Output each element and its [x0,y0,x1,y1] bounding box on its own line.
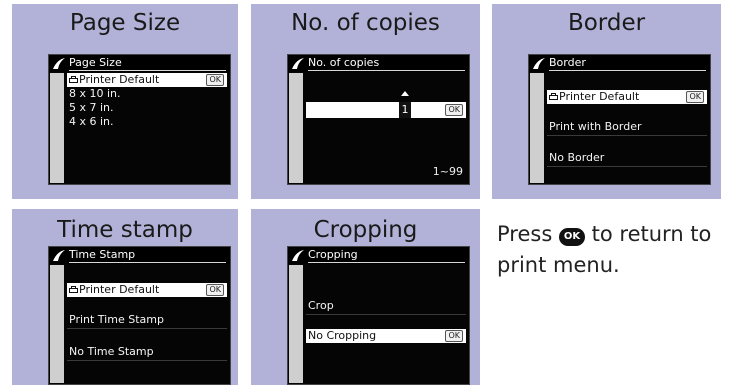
panel-caption: Time stamp [57,217,193,243]
camera-screen: Time Stamp Printer Default OK Print Time… [48,246,231,385]
copies-value[interactable]: 1 [399,102,411,118]
screen-title: Page Size [69,56,226,71]
screen-sidebar [289,73,303,183]
screen-header: Time Stamp [49,247,230,264]
camera-screen: No. of copies OK 1 1~99 [287,54,470,185]
pictbridge-icon [533,58,545,69]
camera-screen: Page Size Printer Default OK 8 x 10 in. … [48,54,231,185]
panel-copies: No. of copies No. of copies OK 1 1~99 [251,4,480,199]
instruction-before: Press [497,222,553,246]
menu-item-printer-default[interactable]: Printer Default OK [547,90,707,104]
menu-item-label: Printer Default [79,73,160,86]
ok-button-icon: OK [558,228,585,246]
ok-badge: OK [445,330,463,342]
ok-badge: OK [445,104,463,116]
ok-badge: OK [206,284,224,296]
menu-item-label: Printer Default [79,283,160,296]
menu-item-label: Printer Default [559,90,640,103]
pictbridge-icon [53,58,65,69]
panel-time-stamp: Time stamp Time Stamp Printer Default OK… [12,209,238,385]
screen-header: Cropping [288,247,469,264]
screen-title: Time Stamp [69,248,226,263]
copies-selector[interactable]: OK [306,102,466,118]
copies-range: 1~99 [432,165,463,178]
pictbridge-icon [292,58,304,69]
panel-caption: Border [567,10,646,36]
menu-item-5x7[interactable]: 5 x 7 in. [67,101,227,115]
ok-badge: OK [686,91,704,103]
printer-icon [69,286,78,293]
panel-caption: No. of copies [291,10,440,36]
menu-item-printer-default[interactable]: Printer Default OK [67,283,227,297]
menu-item-crop[interactable]: Crop [306,299,466,315]
printer-icon [69,76,78,83]
instruction-text: Press OK to return to print menu. [497,219,733,281]
camera-screen: Border Printer Default OK Print with Bor… [528,54,711,185]
panel-page-size: Page Size Page Size Printer Default OK 8… [12,4,238,199]
screen-title: No. of copies [308,56,465,71]
menu-item-printer-default[interactable]: Printer Default OK [67,73,227,87]
menu-item-no-time-stamp[interactable]: No Time Stamp [67,345,227,361]
screen-sidebar [530,73,544,183]
menu-item-no-cropping[interactable]: No Cropping OK [306,329,466,343]
screen-sidebar [50,265,64,383]
ok-badge: OK [206,74,224,86]
panel-caption: Cropping [313,217,418,243]
panel-caption: Page Size [69,10,181,36]
pictbridge-icon [292,250,304,261]
printer-icon [549,93,558,100]
camera-screen: Cropping Crop No Cropping OK [287,246,470,385]
screen-header: Border [529,55,710,72]
screen-header: Page Size [49,55,230,72]
menu-item-print-time-stamp[interactable]: Print Time Stamp [67,313,227,329]
menu-item-no-border[interactable]: No Border [547,151,707,167]
menu-item-label: No Cropping [308,329,377,342]
screen-title: Border [549,56,706,71]
menu-item-8x10[interactable]: 8 x 10 in. [67,87,227,101]
panel-border: Border Border Printer Default OK Print w… [492,4,721,199]
screen-title: Cropping [308,248,465,263]
panel-cropping: Cropping Cropping Crop No Cropping OK [251,209,480,385]
screen-header: No. of copies [288,55,469,72]
menu-item-print-with-border[interactable]: Print with Border [547,120,707,136]
pictbridge-icon [53,250,65,261]
screen-sidebar [289,265,303,383]
screen-sidebar [50,73,64,183]
menu-item-4x6[interactable]: 4 x 6 in. [67,115,227,129]
increment-arrow-icon[interactable] [401,91,409,96]
